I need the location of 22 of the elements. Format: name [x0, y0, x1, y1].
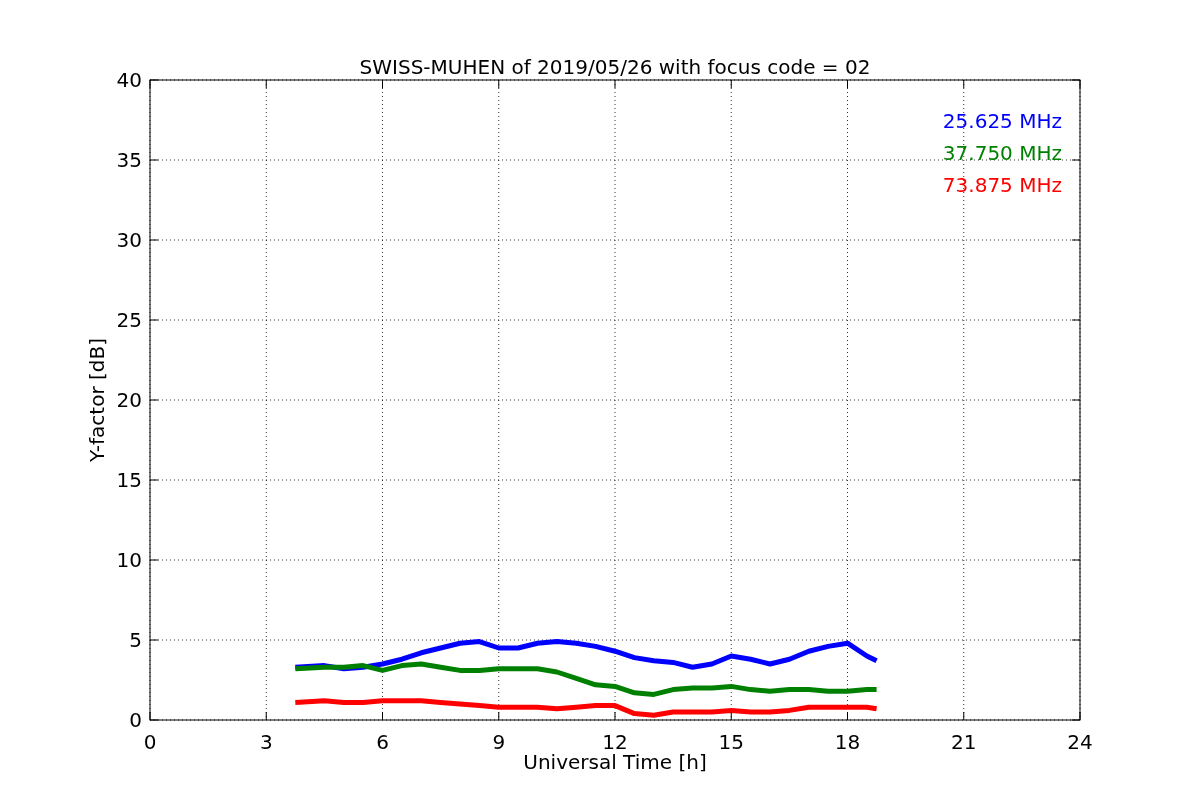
tick-label: 0 — [129, 708, 142, 732]
tick-label: 40 — [116, 68, 142, 92]
tick-label: 24 — [1067, 730, 1093, 754]
tick-label: 15 — [718, 730, 744, 754]
tick-label: 35 — [116, 148, 142, 172]
tick-label: 9 — [492, 730, 506, 754]
tick-label: 15 — [116, 468, 142, 492]
tick-label: 18 — [834, 730, 861, 754]
tick-label: 5 — [129, 628, 142, 652]
tick-label: 3 — [259, 730, 273, 754]
legend-label: 25.625 MHz — [942, 109, 1062, 133]
tick-label: 25 — [116, 308, 142, 332]
legend-label: 73.875 MHz — [942, 173, 1062, 197]
chart-title: SWISS-MUHEN of 2019/05/26 with focus code = 02 — [359, 55, 871, 79]
tick-label: 10 — [116, 548, 142, 572]
legend-label: 37.750 MHz — [942, 141, 1062, 165]
tick-label: 20 — [116, 388, 142, 412]
tick-label: 21 — [951, 730, 977, 754]
tick-label: 0 — [143, 730, 157, 754]
tick-label: 30 — [116, 228, 142, 252]
tick-label: 6 — [376, 730, 389, 754]
y-axis-label: Y-factor [dB] — [85, 338, 109, 462]
